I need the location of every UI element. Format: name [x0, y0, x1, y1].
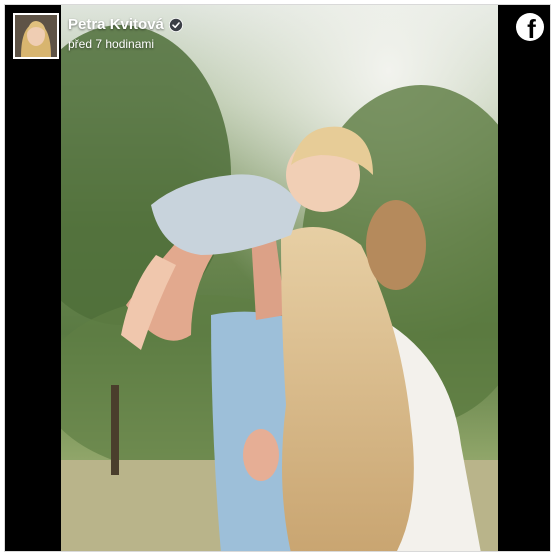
- verified-badge-icon: [168, 17, 183, 32]
- post-header: Petra Kvitová před 7 hodinami: [13, 13, 183, 59]
- facebook-glyph: f: [527, 14, 536, 41]
- post-meta: Petra Kvitová před 7 hodinami: [68, 15, 183, 52]
- avatar[interactable]: [13, 13, 59, 59]
- author-row: Petra Kvitová: [68, 15, 183, 34]
- post-timestamp[interactable]: před 7 hodinami: [68, 36, 183, 52]
- author-name[interactable]: Petra Kvitová: [68, 15, 164, 34]
- facebook-logo-icon[interactable]: f: [516, 13, 544, 41]
- post-photo[interactable]: [61, 5, 498, 551]
- embedded-post: Petra Kvitová před 7 hodinami f: [4, 4, 551, 552]
